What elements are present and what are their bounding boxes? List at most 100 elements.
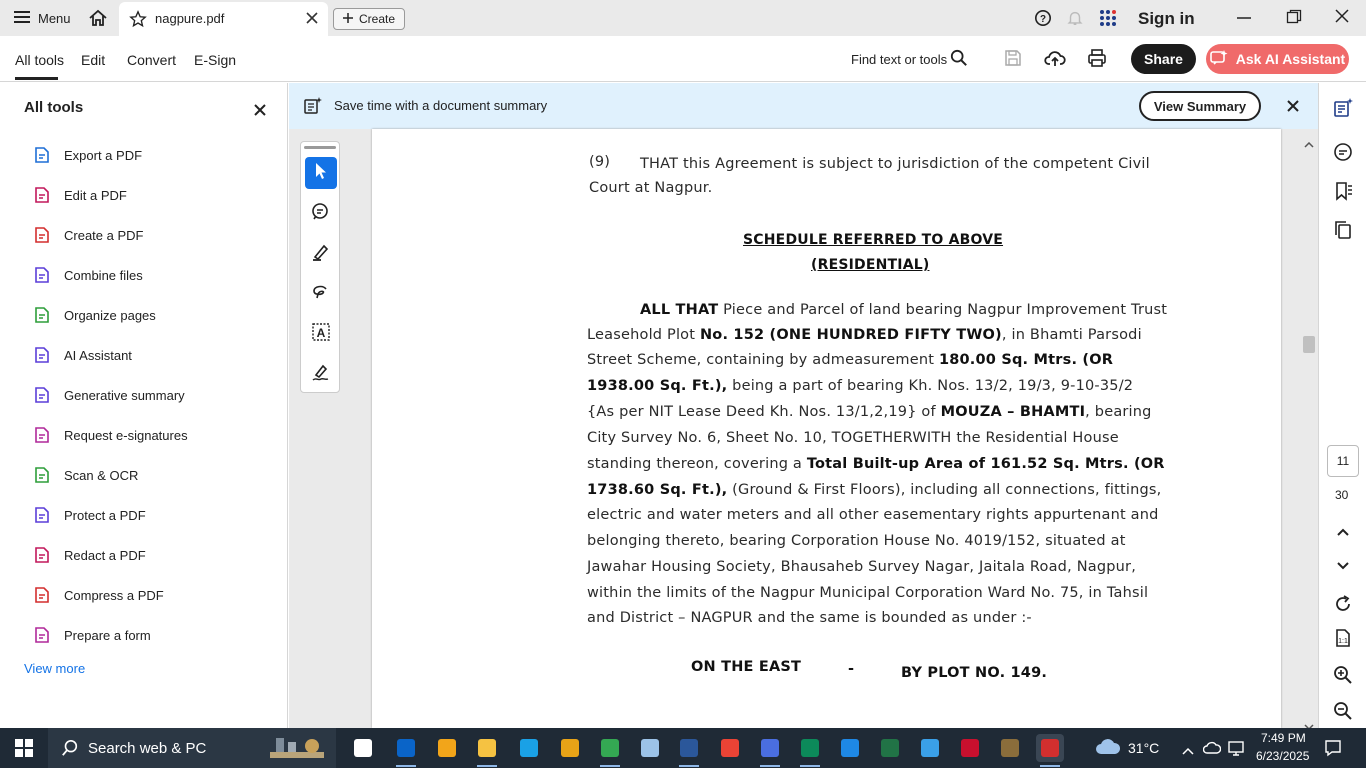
tool-item[interactable]: AI Assistant (34, 344, 132, 366)
generative-summary-rail-icon[interactable] (1331, 96, 1355, 120)
help-icon[interactable]: ? (1034, 9, 1052, 32)
menu-button[interactable]: Menu (14, 10, 71, 27)
previous-page-icon[interactable] (1331, 520, 1355, 544)
zoom-in-icon[interactable] (1331, 663, 1355, 687)
word-icon[interactable] (675, 734, 703, 762)
tool-item[interactable]: Protect a PDF (34, 504, 146, 526)
tool-item[interactable]: Prepare a form (34, 624, 151, 646)
tool-item[interactable]: Generative summary (34, 384, 185, 406)
chrome-icon[interactable] (716, 734, 744, 762)
acrobat-icon[interactable] (1036, 734, 1064, 762)
tool-item[interactable]: Redact a PDF (34, 544, 146, 566)
fit-page-icon[interactable]: 1:1 (1331, 626, 1355, 650)
chrome-profile-icon[interactable] (596, 734, 624, 762)
edit-pdf-icon (34, 187, 50, 203)
vertical-scrollbar[interactable] (1299, 129, 1318, 731)
share-button[interactable]: Share (1131, 44, 1196, 74)
clock-time[interactable]: 7:49 PM (1261, 731, 1306, 745)
close-panel-icon[interactable] (254, 103, 266, 121)
cloud-upload-icon[interactable] (1044, 48, 1066, 73)
notification-bell-icon[interactable] (1066, 9, 1084, 32)
sign-in-link[interactable]: Sign in (1138, 9, 1195, 29)
freehand-draw-icon (311, 282, 331, 307)
request-esign-icon (34, 427, 50, 443)
main-toolbar: All tools Edit Convert E-Sign Find text … (0, 36, 1366, 82)
tool-item[interactable]: Organize pages (34, 304, 156, 326)
pdf-page[interactable]: (9) THAT this Agreement is subject to ju… (372, 129, 1281, 728)
paint-icon[interactable] (636, 734, 664, 762)
scrollbar-thumb[interactable] (1303, 336, 1315, 353)
create-button[interactable]: Create (333, 8, 405, 30)
print-icon[interactable] (1087, 48, 1107, 73)
microsoft-store-icon[interactable] (433, 734, 461, 762)
weather-temperature[interactable]: 31°C (1128, 740, 1159, 756)
taskbar-search-box[interactable]: Search web & PC (48, 728, 336, 768)
tool-item[interactable]: Create a PDF (34, 224, 143, 246)
app-icon-blue[interactable] (836, 734, 864, 762)
document-viewer[interactable]: (9) THAT this Agreement is subject to ju… (289, 129, 1318, 731)
tab-esign[interactable]: E-Sign (194, 52, 236, 68)
weather-cloud-icon[interactable] (1095, 738, 1121, 761)
task-view-icon[interactable] (349, 734, 377, 762)
yoplink-icon[interactable] (796, 734, 824, 762)
zoom-out-icon[interactable] (1331, 699, 1355, 723)
document-tab[interactable]: nagpure.pdf (119, 2, 328, 36)
tool-item[interactable]: Compress a PDF (34, 584, 164, 606)
bookmarks-rail-icon[interactable] (1331, 179, 1355, 203)
running-indicator (600, 765, 620, 767)
apps-grid-icon[interactable] (1099, 9, 1117, 32)
clock-date[interactable]: 6/23/2025 (1256, 749, 1309, 763)
tool-item[interactable]: Export a PDF (34, 144, 142, 166)
tab-edit[interactable]: Edit (81, 52, 105, 68)
sign-tool-button[interactable] (305, 358, 337, 390)
prepare-form-icon (34, 627, 50, 643)
m365-icon[interactable] (756, 734, 784, 762)
select-tool-button[interactable] (305, 157, 337, 189)
excel-icon[interactable] (876, 734, 904, 762)
action-center-icon[interactable] (1324, 739, 1342, 762)
tool-item[interactable]: Edit a PDF (34, 184, 127, 206)
add-comment-button[interactable] (305, 198, 337, 230)
windows-start-icon[interactable] (15, 739, 33, 762)
comments-rail-icon[interactable] (1331, 140, 1355, 164)
close-banner-icon[interactable] (1287, 99, 1299, 117)
save-icon[interactable] (1004, 49, 1022, 72)
app-icon-toolbox[interactable] (996, 734, 1024, 762)
highlight-tool-button[interactable] (305, 238, 337, 270)
system-tray-chevron-icon[interactable] (1182, 742, 1194, 760)
find-text-button[interactable]: Find text or tools (851, 52, 947, 67)
current-page-input[interactable]: 11 (1327, 445, 1359, 477)
mcafee-icon[interactable] (956, 734, 984, 762)
file-explorer-icon[interactable] (473, 734, 501, 762)
onedrive-cloud-icon[interactable] (1202, 741, 1222, 760)
minimize-icon[interactable] (1236, 10, 1252, 31)
tab-all-tools[interactable]: All tools (15, 52, 64, 68)
rotate-icon[interactable] (1331, 592, 1355, 616)
network-icon[interactable] (1228, 739, 1246, 762)
tab-convert[interactable]: Convert (127, 52, 176, 68)
photos-icon[interactable] (916, 734, 944, 762)
next-page-icon[interactable] (1331, 554, 1355, 578)
edge-browser-icon[interactable] (515, 734, 543, 762)
summary-banner: Save time with a document summary View S… (289, 83, 1318, 129)
tool-item[interactable]: Scan & OCR (34, 464, 138, 486)
star-icon[interactable] (129, 10, 147, 33)
tool-item[interactable]: Request e-signatures (34, 424, 188, 446)
view-summary-button[interactable]: View Summary (1139, 91, 1261, 121)
home-button[interactable] (88, 8, 108, 31)
drag-handle[interactable] (304, 146, 336, 149)
draw-tool-button[interactable] (305, 278, 337, 310)
ask-ai-assistant-button[interactable]: Ask AI Assistant (1206, 44, 1349, 74)
running-indicator (760, 765, 780, 767)
close-window-icon[interactable] (1334, 8, 1350, 29)
close-tab-icon[interactable] (305, 11, 319, 30)
scroll-up-arrow-icon[interactable] (1304, 135, 1314, 153)
search-icon[interactable] (950, 49, 968, 72)
outlook-icon[interactable] (392, 734, 420, 762)
tool-item[interactable]: Combine files (34, 264, 143, 286)
app-icon-orange[interactable] (556, 734, 584, 762)
pages-rail-icon[interactable] (1331, 218, 1355, 242)
add-text-button[interactable]: A (305, 318, 337, 350)
restore-icon[interactable] (1286, 9, 1302, 30)
view-more-link[interactable]: View more (24, 661, 85, 676)
